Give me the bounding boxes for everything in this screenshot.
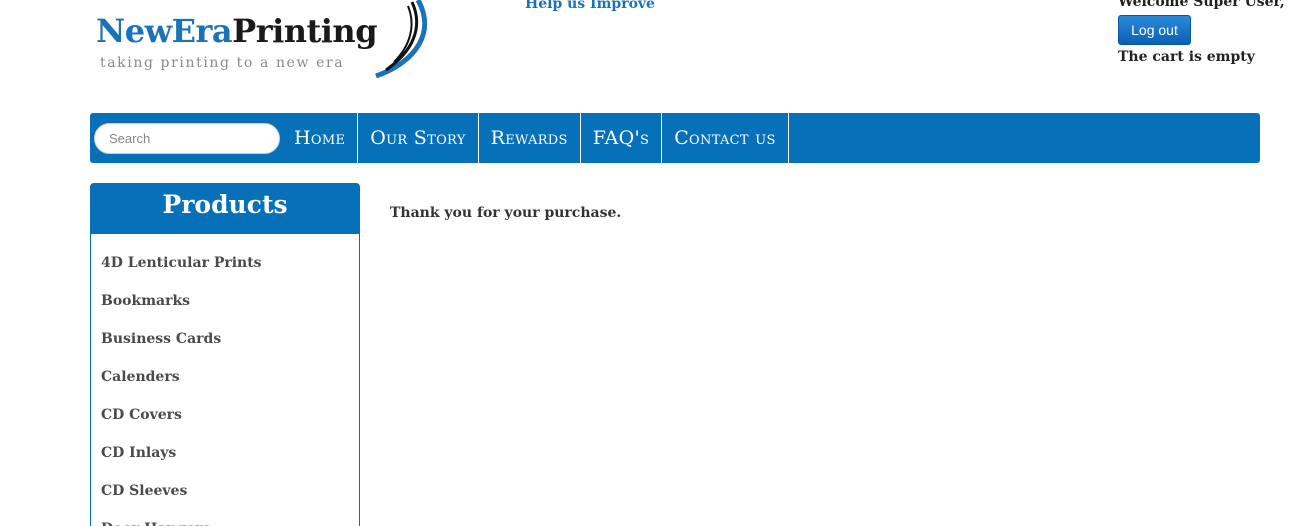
logo-swoosh-icon [375,0,428,78]
product-item-calenders[interactable]: Calenders [91,362,359,400]
nav-item-faqs[interactable]: FAQ's [581,113,663,163]
cart-status: The cart is empty [1118,49,1255,65]
main-navbar: Home Our Story Rewards FAQ's Contact us [90,113,1260,163]
product-list: 4D Lenticular Prints Bookmarks Business … [91,234,359,526]
sidebar-title: Products [91,184,359,234]
nav-item-home[interactable]: Home [282,113,359,163]
logo-title: NewEraPrinting [96,12,378,50]
product-item-business-cards[interactable]: Business Cards [91,324,359,362]
site-logo[interactable]: NewEraPrinting taking printing to a new … [96,0,436,78]
logo-name-part1: NewEra [96,12,233,50]
welcome-text: Welcome Super User, [1118,0,1285,10]
nav-items: Home Our Story Rewards FAQ's Contact us [282,113,789,163]
page: NewEraPrinting taking printing to a new … [0,0,1314,526]
help-us-improve-link[interactable]: Help us Improve [525,0,655,12]
search-wrap [94,122,280,154]
product-item-cd-inlays[interactable]: CD Inlays [91,438,359,476]
purchase-confirmation-message: Thank you for your purchase. [390,205,622,221]
nav-item-contact-us[interactable]: Contact us [662,113,789,163]
search-input[interactable] [94,122,280,154]
logout-button[interactable]: Log out [1118,15,1191,45]
products-sidebar: Products 4D Lenticular Prints Bookmarks … [90,183,360,526]
product-item-cd-sleeves[interactable]: CD Sleeves [91,476,359,514]
logo-tagline: taking printing to a new era [100,55,345,71]
nav-item-rewards[interactable]: Rewards [479,113,581,163]
product-item-bookmarks[interactable]: Bookmarks [91,286,359,324]
product-item-4d-lenticular-prints[interactable]: 4D Lenticular Prints [91,248,359,286]
product-item-door-hangers[interactable]: Door Hangers [91,514,359,526]
nav-item-our-story[interactable]: Our Story [358,113,479,163]
product-item-cd-covers[interactable]: CD Covers [91,400,359,438]
user-area: Welcome Super User, Log out The cart is … [1118,0,1285,65]
